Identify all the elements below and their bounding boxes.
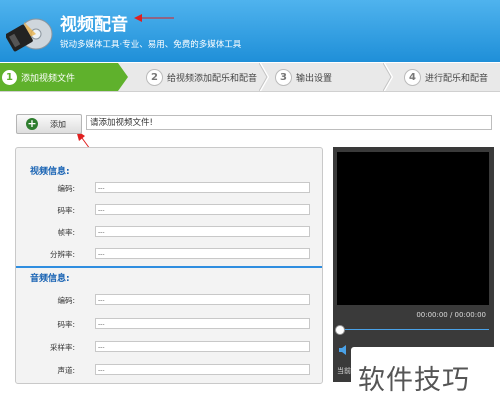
add-button-label: 添加 xyxy=(50,119,66,129)
video-resolution-label: 分辨率: xyxy=(49,250,75,259)
video-preview-screen xyxy=(337,152,489,305)
add-button[interactable]: + 添加 xyxy=(16,114,82,134)
media-info-panel: 视频信息: 编码: --- 码率: --- 帧率: --- 分辨率: --- 音… xyxy=(15,147,323,384)
time-readout: 00:00:00 / 00:00:00 xyxy=(416,311,486,319)
audio-samplerate-field: --- xyxy=(95,341,310,352)
step-label: 给视频添加配乐和配音 xyxy=(167,73,258,84)
step-separator-icon xyxy=(383,63,393,91)
video-framerate-field: --- xyxy=(95,226,310,237)
app-header: 视频配音 锐动多媒体工具·专业、易用、免费的多媒体工具 xyxy=(0,0,500,62)
video-framerate-label: 帧率: xyxy=(57,228,75,237)
watermark-text: 软件技巧 xyxy=(358,365,470,396)
current-label: 当前 xyxy=(337,367,351,375)
app-title: 视频配音 xyxy=(60,15,128,35)
step-number: 2 xyxy=(146,68,163,86)
volume-icon[interactable] xyxy=(339,345,349,355)
seek-slider-handle[interactable] xyxy=(335,325,345,335)
step-label: 进行配乐和配音 xyxy=(425,73,489,84)
audio-channels-field: --- xyxy=(95,364,310,375)
audio-channels-label: 声道: xyxy=(57,366,75,375)
plus-icon: + xyxy=(26,117,38,130)
file-path-field[interactable]: 请添加视频文件! xyxy=(86,115,492,130)
video-codec-field: --- xyxy=(95,182,310,193)
panel-divider xyxy=(16,266,322,268)
audio-codec-label: 编码: xyxy=(57,296,75,305)
video-info-title: 视频信息: xyxy=(30,167,70,177)
app-logo-icon xyxy=(6,18,53,52)
app-subtitle: 锐动多媒体工具·专业、易用、免费的多媒体工具 xyxy=(60,40,242,50)
step-2[interactable]: 2 给视频添加配乐和配音 xyxy=(146,63,257,91)
step-4[interactable]: 4 进行配乐和配音 xyxy=(404,63,488,91)
video-bitrate-field: --- xyxy=(95,204,310,215)
seek-bar[interactable] xyxy=(339,329,489,330)
step-number: 3 xyxy=(275,68,292,86)
step-1[interactable]: 1 添加视频文件 xyxy=(0,63,128,91)
audio-samplerate-label: 采样率: xyxy=(49,343,75,352)
video-bitrate-label: 码率: xyxy=(57,206,75,215)
audio-info-title: 音频信息: xyxy=(30,274,70,284)
audio-codec-field: --- xyxy=(95,294,310,305)
video-codec-label: 编码: xyxy=(57,184,75,193)
step-number: 4 xyxy=(404,68,421,86)
step-label: 添加视频文件 xyxy=(21,73,76,84)
step-separator-icon xyxy=(259,63,269,91)
step-3[interactable]: 3 输出设置 xyxy=(275,63,332,91)
video-resolution-field: --- xyxy=(95,248,310,259)
step-number: 1 xyxy=(2,69,17,85)
step-label: 输出设置 xyxy=(296,73,333,84)
wizard-steps: 1 添加视频文件 2 给视频添加配乐和配音 3 输出设置 4 进行配乐和配音 xyxy=(0,63,500,92)
audio-bitrate-field: --- xyxy=(95,318,310,329)
audio-bitrate-label: 码率: xyxy=(57,320,75,329)
